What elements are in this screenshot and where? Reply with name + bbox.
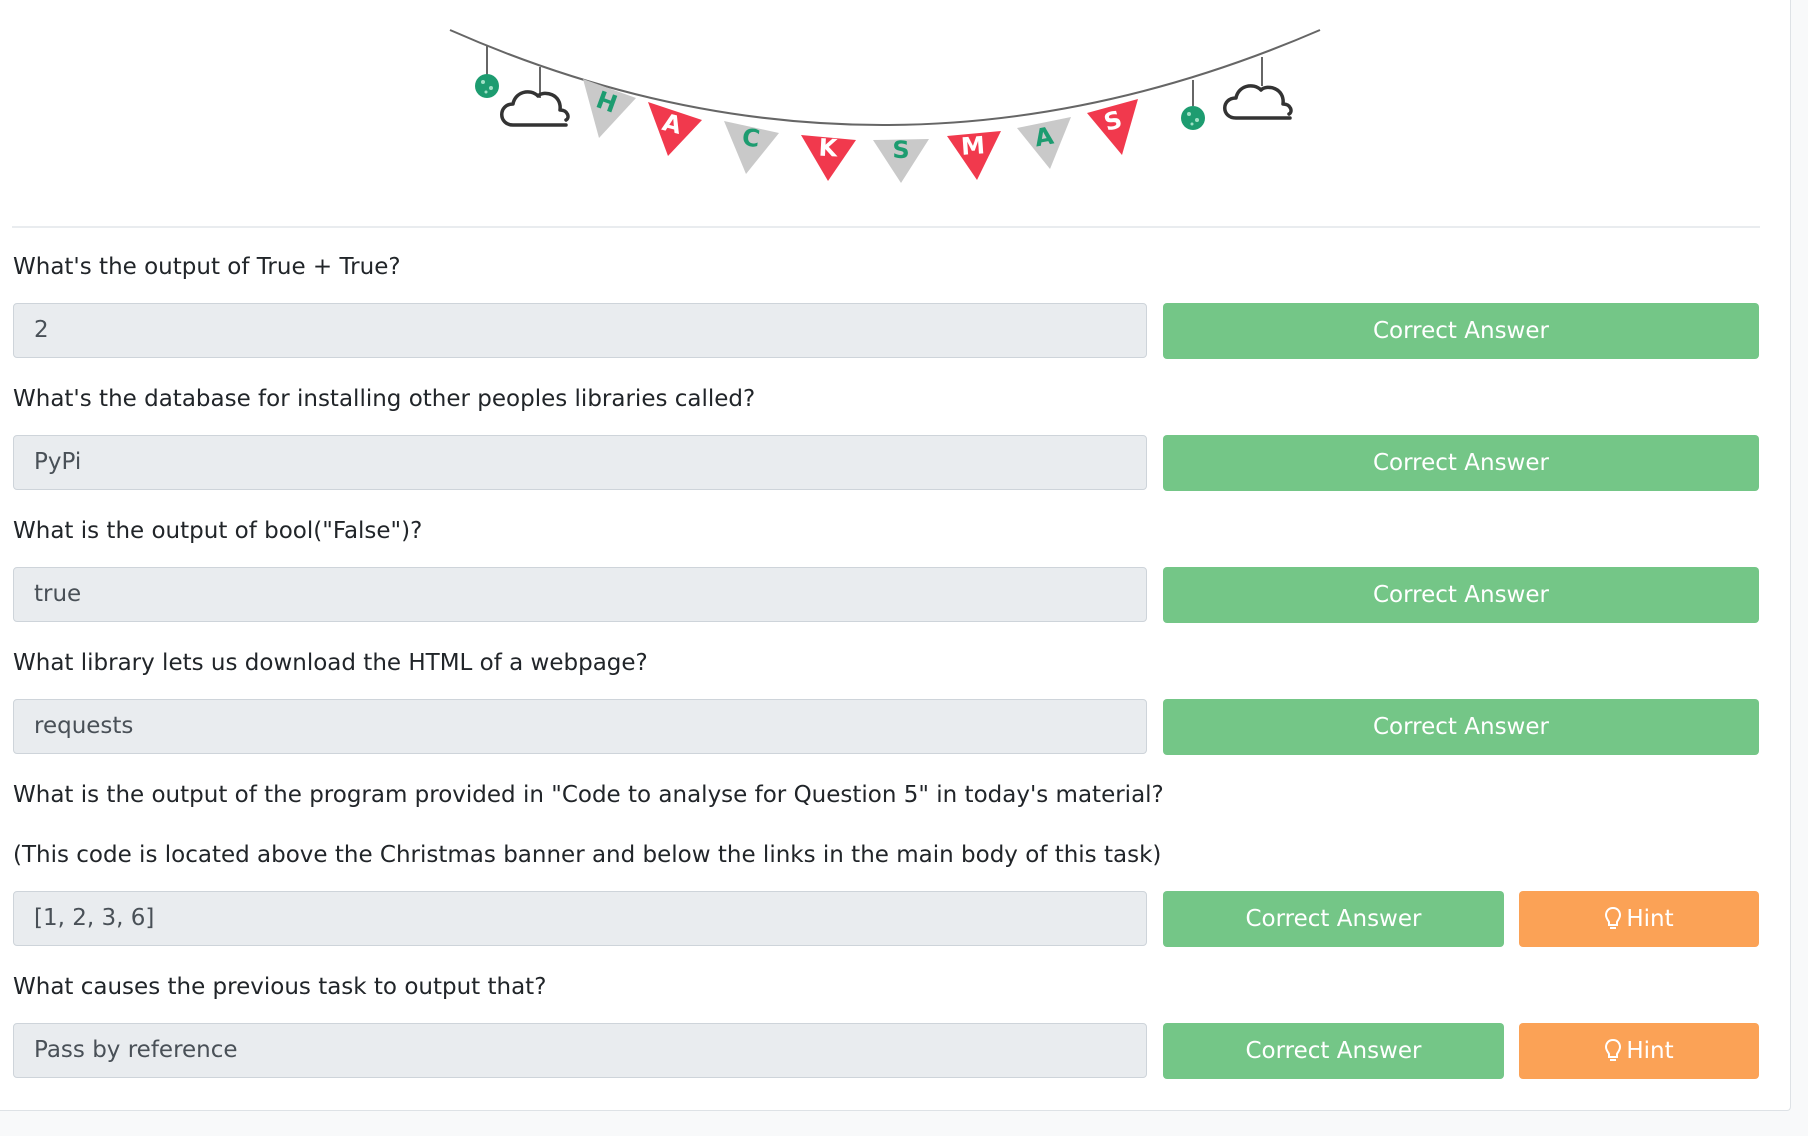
lightbulb-icon xyxy=(1605,1038,1622,1061)
divider xyxy=(12,226,1760,228)
ornament-icon xyxy=(475,46,499,98)
pennant: A xyxy=(1017,117,1071,169)
question-label: What library lets us download the HTML o… xyxy=(13,650,648,676)
question-label: What is the output of bool("False")? xyxy=(13,518,423,544)
correct-answer-button[interactable]: Correct Answer xyxy=(1163,1023,1504,1079)
correct-answer-button[interactable]: Correct Answer xyxy=(1163,435,1759,491)
answer-field[interactable]: Pass by reference xyxy=(13,1023,1147,1078)
pennant: H xyxy=(583,79,636,138)
pennant-letter: K xyxy=(818,134,839,163)
hint-button[interactable]: Hint xyxy=(1519,1023,1759,1079)
pennant: K xyxy=(801,134,856,181)
correct-answer-button[interactable]: Correct Answer xyxy=(1163,891,1504,947)
pennant: A xyxy=(648,102,702,156)
correct-answer-button[interactable]: Correct Answer xyxy=(1163,567,1759,623)
pennant-letter: S xyxy=(892,136,909,164)
pennant: C xyxy=(724,121,779,174)
lightbulb-icon xyxy=(1605,906,1622,929)
answer-field[interactable]: PyPi xyxy=(13,435,1147,490)
question-note: (This code is located above the Christma… xyxy=(13,842,1162,868)
correct-answer-button[interactable]: Correct Answer xyxy=(1163,303,1759,359)
question-label: What causes the previous task to output … xyxy=(13,974,547,1000)
ornament-icon xyxy=(1181,80,1205,130)
answer-field[interactable]: true xyxy=(13,567,1147,622)
hint-label: Hint xyxy=(1626,906,1674,932)
answer-field[interactable]: 2 xyxy=(13,303,1147,358)
hint-label: Hint xyxy=(1626,1038,1674,1064)
quiz-card: H A C K S M A S What's the output of Tru… xyxy=(0,0,1791,1111)
question-label: What's the database for installing other… xyxy=(13,386,756,412)
cloud-icon xyxy=(500,67,570,127)
pennant: S xyxy=(1087,99,1138,155)
answer-field[interactable]: [1, 2, 3, 6] xyxy=(13,891,1147,946)
hint-button[interactable]: Hint xyxy=(1519,891,1759,947)
correct-answer-button[interactable]: Correct Answer xyxy=(1163,699,1759,755)
pennant: S xyxy=(873,136,929,183)
hackmas-banner: H A C K S M A S xyxy=(449,29,1321,183)
cloud-icon xyxy=(1223,57,1293,120)
answer-field[interactable]: requests xyxy=(13,699,1147,754)
pennant: M xyxy=(947,131,1001,180)
question-label: What is the output of the program provid… xyxy=(13,782,1164,808)
question-label: What's the output of True + True? xyxy=(13,254,401,280)
pennant-letter: M xyxy=(960,131,986,161)
